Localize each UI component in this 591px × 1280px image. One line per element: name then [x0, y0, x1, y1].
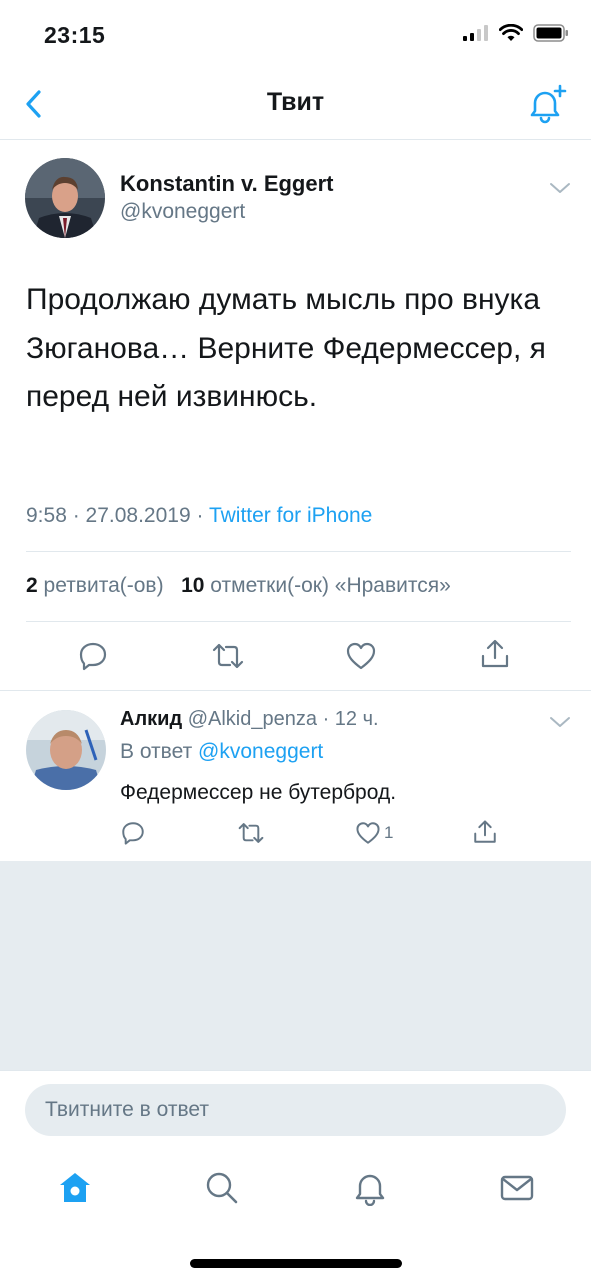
- reply-to-line: В ответ @kvoneggert: [120, 740, 323, 764]
- avatar-image: [25, 158, 105, 238]
- reply-icon: [79, 642, 107, 671]
- notification-toggle-button[interactable]: [524, 82, 568, 126]
- reply-share-button[interactable]: [470, 817, 500, 847]
- heart-icon: [346, 642, 376, 670]
- meta-separator: ·: [72, 504, 86, 527]
- tweet-meta: 9:58 · 27.08.2019 · Twitter for iPhone: [26, 504, 372, 528]
- share-icon: [474, 820, 496, 843]
- reply-text: Федермессер не бутерброд.: [120, 781, 397, 804]
- tab-home[interactable]: [55, 1168, 95, 1208]
- likes-label: отметки(-ок) «Нравится»: [210, 574, 451, 597]
- author-handle[interactable]: @kvoneggert: [120, 200, 245, 224]
- tweet-text: Продолжаю думать мысль про внука Зюганов…: [26, 283, 546, 413]
- chevron-down-icon: [550, 717, 570, 727]
- reply-like-count: 1: [384, 823, 394, 842]
- retweets-count: 2: [26, 574, 38, 597]
- reply-reply-button[interactable]: [118, 818, 148, 848]
- messages-icon: [500, 1175, 534, 1201]
- reply-author-handle[interactable]: @Alkid_penza: [188, 708, 317, 730]
- reply-header: Алкид @Alkid_penza · 12 ч.: [120, 708, 379, 731]
- like-button[interactable]: [343, 638, 379, 674]
- tweet-date: 27.08.2019: [85, 504, 191, 527]
- search-icon: [206, 1172, 238, 1204]
- signal-icon: [463, 25, 488, 41]
- bell-plus-icon: [530, 84, 567, 124]
- retweets-stat[interactable]: 2 ретвита(-ов): [26, 574, 164, 597]
- reply-icon: [122, 822, 144, 845]
- reply-button[interactable]: [75, 638, 111, 674]
- heart-icon: [356, 822, 380, 844]
- wifi-icon: [499, 24, 523, 41]
- tweet-menu-button[interactable]: [548, 178, 572, 198]
- reply-like-button[interactable]: 1: [355, 818, 393, 848]
- notifications-icon: [355, 1174, 385, 1206]
- retweet-icon: [238, 823, 264, 843]
- meta-separator: ·: [322, 708, 330, 730]
- likes-stat[interactable]: 10 отметки(-ок) «Нравится»: [181, 574, 451, 597]
- reply-menu-button[interactable]: [548, 712, 572, 732]
- meta-divider: [26, 551, 571, 552]
- meta-separator: ·: [196, 504, 209, 527]
- reply-author-avatar[interactable]: [26, 710, 106, 790]
- reply-author-name[interactable]: Алкид: [120, 708, 182, 730]
- compose-divider: [0, 1070, 591, 1071]
- tweet-stats: 2 ретвита(-ов) 10 отметки(-ок) «Нравится…: [26, 574, 451, 598]
- avatar-image: [26, 710, 106, 790]
- home-icon: [60, 1173, 90, 1202]
- home-indicator: [190, 1259, 402, 1268]
- author-name[interactable]: Konstantin v. Eggert: [120, 171, 334, 197]
- status-time: 23:15: [44, 22, 106, 48]
- share-button[interactable]: [477, 636, 513, 672]
- tweet-time: 9:58: [26, 504, 67, 527]
- stats-divider: [26, 621, 571, 622]
- tweet-divider: [0, 690, 591, 691]
- tab-messages[interactable]: [497, 1168, 537, 1208]
- nav-divider: [0, 139, 591, 140]
- retweet-button[interactable]: [210, 638, 246, 674]
- retweet-icon: [212, 643, 244, 669]
- tab-search[interactable]: [202, 1168, 242, 1208]
- battery-icon: [533, 24, 568, 42]
- reply-retweet-button[interactable]: [236, 818, 266, 848]
- share-icon: [481, 639, 509, 668]
- author-avatar[interactable]: [25, 158, 105, 238]
- reply-to-label: В ответ: [120, 740, 193, 763]
- retweets-label: ретвита(-ов): [43, 574, 164, 597]
- reply-compose-input[interactable]: [25, 1084, 566, 1136]
- empty-area: [0, 861, 591, 1070]
- chevron-down-icon: [550, 183, 570, 193]
- status-icons: [463, 24, 569, 42]
- page-title: Твит: [266, 88, 325, 116]
- tweet-source-link[interactable]: Twitter for iPhone: [209, 504, 372, 527]
- reply-to-mention[interactable]: @kvoneggert: [198, 740, 323, 763]
- likes-count: 10: [181, 574, 205, 597]
- tab-notifications[interactable]: [350, 1168, 390, 1208]
- reply-time: 12 ч.: [334, 708, 379, 730]
